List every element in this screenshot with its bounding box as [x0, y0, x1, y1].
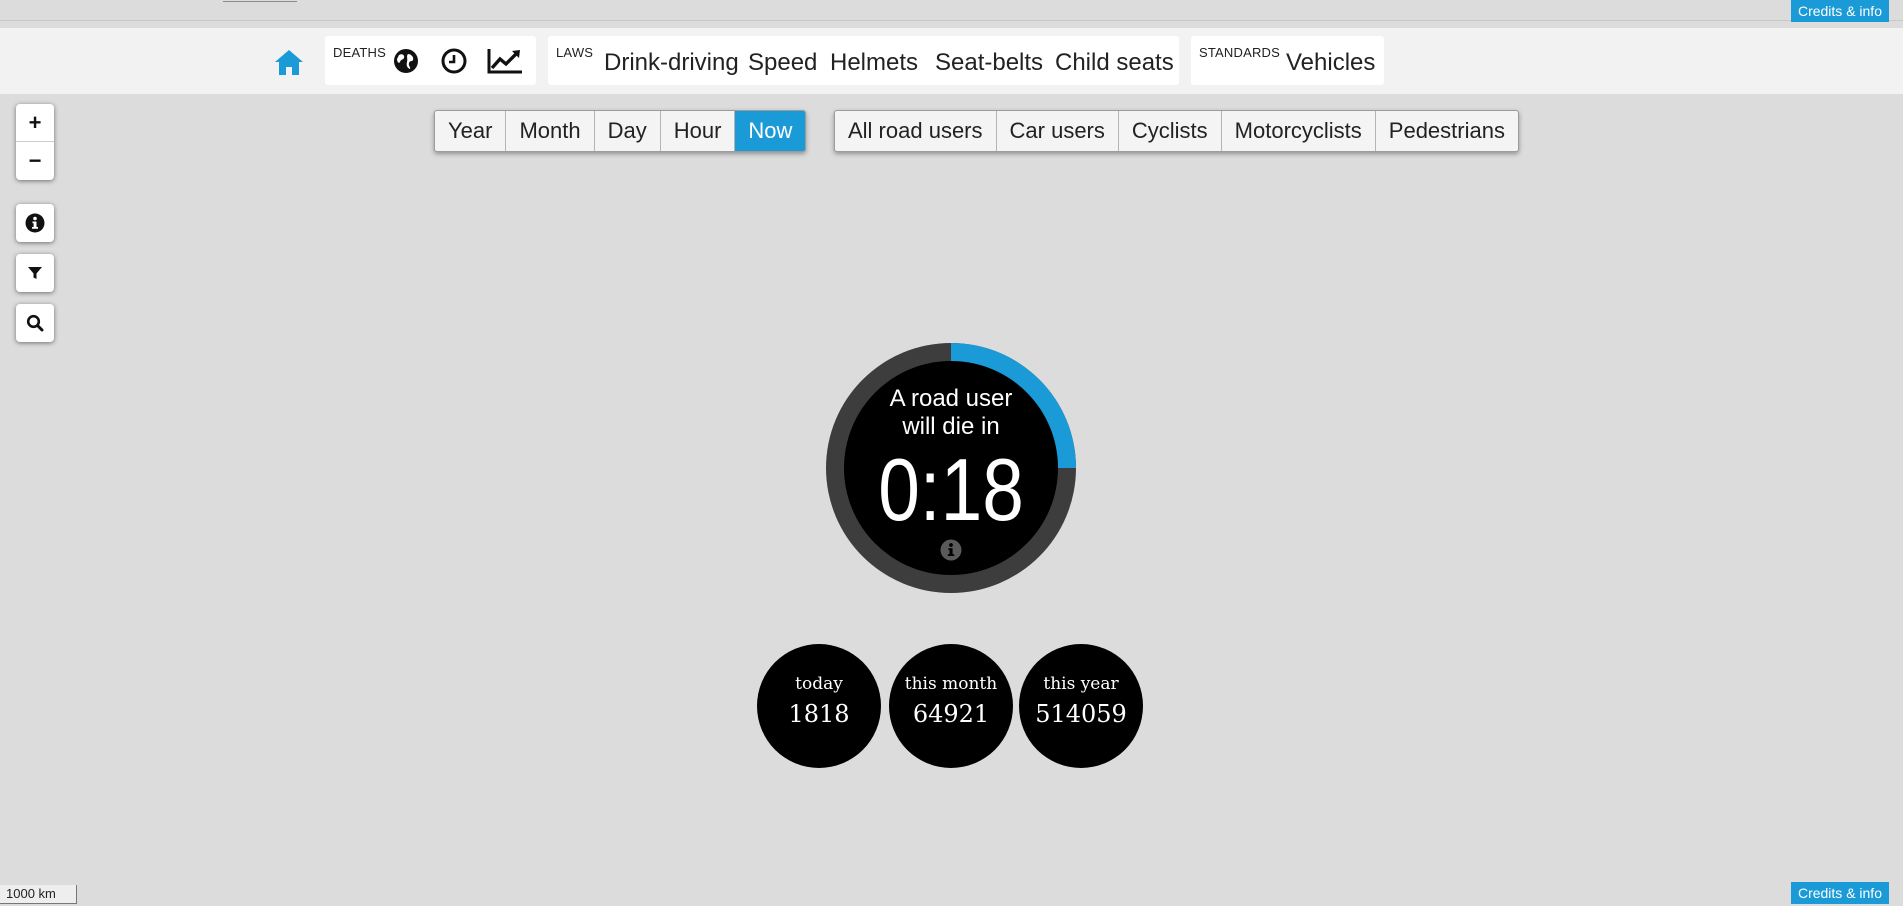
chart-line-icon[interactable] [487, 48, 523, 74]
nav-speed[interactable]: Speed [748, 49, 817, 77]
countdown-dial: A road user will die in 0:18 [826, 343, 1076, 593]
time-option-year[interactable]: Year [435, 111, 507, 151]
stat-value: 64921 [912, 700, 990, 728]
stat-label: this year [1043, 674, 1119, 694]
time-option-day[interactable]: Day [595, 111, 661, 151]
time-option-now[interactable]: Now [735, 111, 806, 151]
search-icon [26, 314, 44, 332]
clock-icon[interactable] [441, 48, 467, 74]
stat-label: this month [904, 674, 998, 694]
stat-today: today 1818 [757, 644, 881, 768]
filter-icon [28, 267, 42, 279]
time-option-month[interactable]: Month [506, 111, 595, 151]
stat-value: 1818 [788, 700, 850, 728]
tab-indicator [223, 0, 297, 2]
deaths-group: DEATHS [325, 36, 536, 85]
nav-vehicles[interactable]: Vehicles [1286, 49, 1375, 77]
stat-value: 514059 [1035, 700, 1127, 728]
zoom-in-button[interactable]: + [16, 104, 54, 142]
countdown-caption: A road user will die in [826, 385, 1076, 441]
stat-this-year: this year 514059 [1019, 644, 1143, 768]
home-icon[interactable] [273, 48, 305, 76]
filter-button[interactable] [16, 254, 54, 292]
search-button[interactable] [16, 304, 54, 342]
nav-helmets[interactable]: Helmets [830, 49, 918, 77]
countdown-info-icon[interactable] [940, 539, 962, 561]
info-icon [25, 213, 45, 233]
time-option-hour[interactable]: Hour [661, 111, 736, 151]
countdown-value: 0:18 [878, 440, 1024, 539]
credits-info-button-top[interactable]: Credits & info [1790, 0, 1889, 22]
nav-drink-driving[interactable]: Drink-driving [604, 49, 739, 77]
zoom-control: + − [16, 104, 54, 180]
road-user-filter: All road users Car users Cyclists Motorc… [834, 110, 1519, 152]
map-scale: 1000 km [0, 885, 77, 904]
laws-group: LAWS Drink-driving Speed Helmets Seat-be… [548, 36, 1179, 85]
stat-label: today [795, 674, 843, 694]
user-option-pedestrians[interactable]: Pedestrians [1376, 111, 1518, 151]
user-option-all[interactable]: All road users [835, 111, 997, 151]
countdown-caption-line1: A road user [889, 385, 1013, 412]
user-option-motorcyclists[interactable]: Motorcyclists [1222, 111, 1376, 151]
standards-caption: STANDARDS [1199, 45, 1281, 60]
user-option-cyclists[interactable]: Cyclists [1119, 111, 1222, 151]
credits-info-button-bottom[interactable]: Credits & info [1790, 882, 1889, 904]
countdown-caption-line2: will die in [902, 413, 1000, 440]
stat-this-month: this month 64921 [889, 644, 1013, 768]
time-filter: Year Month Day Hour Now [434, 110, 807, 152]
laws-caption: LAWS [556, 45, 594, 60]
deaths-caption: DEATHS [333, 45, 386, 60]
nav-child-seats[interactable]: Child seats [1055, 49, 1174, 77]
globe-icon[interactable] [393, 48, 419, 74]
top-strip [0, 0, 1903, 21]
info-button[interactable] [16, 204, 54, 242]
zoom-out-button[interactable]: − [16, 142, 54, 179]
nav-seat-belts[interactable]: Seat-belts [935, 49, 1043, 77]
user-option-car[interactable]: Car users [997, 111, 1119, 151]
standards-group: STANDARDS Vehicles [1191, 36, 1384, 85]
